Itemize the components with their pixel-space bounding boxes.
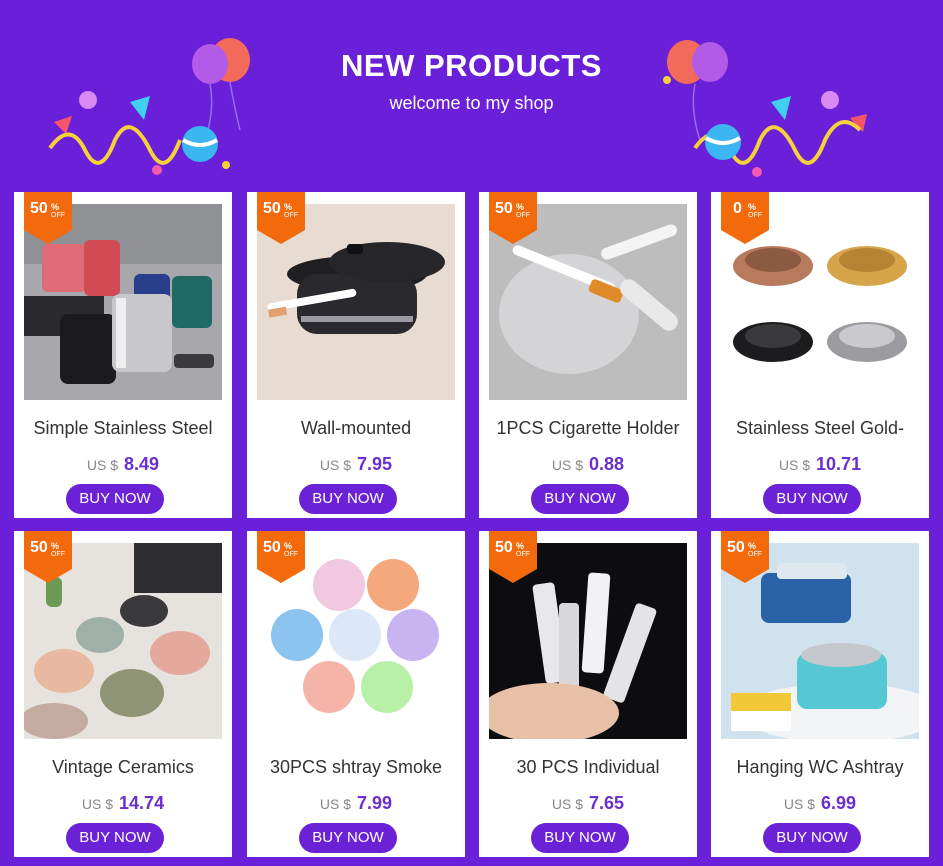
price-value: 14.74 bbox=[119, 793, 165, 813]
discount-badge: 50 % OFF bbox=[489, 531, 537, 583]
discount-value: 50 bbox=[495, 539, 513, 556]
price-value: 7.65 bbox=[589, 793, 625, 813]
discount-value: 50 bbox=[263, 539, 281, 556]
price-row: US $ 7.65 bbox=[479, 793, 697, 814]
discount-percent: % bbox=[516, 541, 525, 551]
product-card[interactable]: 50 % OFF Simple Stainless Steel US $ 8.49 bbox=[14, 192, 232, 518]
price-value: 0.88 bbox=[589, 454, 625, 474]
discount-badge: 50 % OFF bbox=[24, 192, 72, 244]
discount-off: OFF bbox=[748, 551, 762, 558]
discount-badge: 50 % OFF bbox=[489, 192, 537, 244]
price-value: 7.95 bbox=[357, 454, 393, 474]
discount-off: OFF bbox=[516, 212, 530, 219]
discount-percent: % bbox=[284, 202, 293, 212]
discount-percent: % bbox=[748, 202, 757, 212]
price-value: 8.49 bbox=[124, 454, 160, 474]
price-row: US $ 7.95 bbox=[247, 454, 465, 475]
product-grid: 50 % OFF Simple Stainless Steel US $ 8.49 bbox=[14, 190, 930, 858]
buy-now-button[interactable]: BUY NOW bbox=[763, 484, 861, 514]
currency-label: US $ bbox=[81, 796, 114, 812]
discount-badge: 50 % OFF bbox=[24, 531, 72, 583]
product-card[interactable]: 50 % OFF Vintage Ceramics US $ 14.74 BUY … bbox=[14, 531, 232, 857]
product-title[interactable]: Stainless Steel Gold- bbox=[711, 418, 929, 439]
page-subtitle: welcome to my shop bbox=[389, 93, 554, 113]
discount-percent: % bbox=[284, 541, 293, 551]
price-row: US $ 8.49 bbox=[14, 454, 232, 475]
currency-label: US $ bbox=[551, 796, 584, 812]
page-title: NEW PRODUCTS bbox=[341, 48, 602, 83]
currency-label: US $ bbox=[778, 457, 811, 473]
buy-now-button[interactable]: BUY NOW bbox=[299, 823, 397, 853]
product-card[interactable]: 50 % OFF 30PCS shtray Smoke US $ 7.99 BUY… bbox=[247, 531, 465, 857]
currency-label: US $ bbox=[551, 457, 584, 473]
discount-badge: 50 % OFF bbox=[257, 192, 305, 244]
price-row: US $ 7.99 bbox=[247, 793, 465, 814]
discount-value: 50 bbox=[263, 200, 281, 217]
discount-off: OFF bbox=[51, 212, 65, 219]
header-banner: NEW PRODUCTS welcome to my shop bbox=[0, 0, 943, 190]
product-card[interactable]: 0 % OFF Stainless Steel Gold- US $10.71 … bbox=[711, 192, 929, 518]
product-card[interactable]: 50 % OFF Wall-mounted US $ 7.95 BUY NOW bbox=[247, 192, 465, 518]
price-value: 7.99 bbox=[357, 793, 393, 813]
price-row: US $ 14.74 bbox=[14, 793, 232, 814]
product-card[interactable]: 50 % OFF 1PCS Cigarette Holder US $0.88 … bbox=[479, 192, 697, 518]
discount-percent: % bbox=[516, 202, 525, 212]
price-row: US $ 10.71 bbox=[711, 454, 929, 475]
discount-off: OFF bbox=[284, 212, 298, 219]
discount-value: 50 bbox=[727, 539, 745, 556]
product-title[interactable]: 30PCS shtray Smoke bbox=[247, 757, 465, 778]
buy-now-button[interactable]: BUY NOW bbox=[763, 823, 861, 853]
discount-value: 50 bbox=[30, 539, 48, 556]
discount-value: 0 bbox=[733, 200, 742, 217]
product-title[interactable]: Simple Stainless Steel bbox=[14, 418, 232, 439]
product-card[interactable]: 50 % OFF 30 PCS Individual US $ 7.65 BUY … bbox=[479, 531, 697, 857]
buy-now-button[interactable]: BUY NOW bbox=[531, 484, 629, 514]
price-value: 6.99 bbox=[821, 793, 857, 813]
product-title[interactable]: 30 PCS Individual bbox=[479, 757, 697, 778]
price-row: US $ 0.88 bbox=[479, 454, 697, 475]
discount-off: OFF bbox=[51, 551, 65, 558]
buy-now-button[interactable]: BUY NOW bbox=[66, 484, 164, 514]
currency-label: US $ bbox=[319, 796, 352, 812]
discount-percent: % bbox=[51, 202, 60, 212]
product-title[interactable]: Vintage Ceramics bbox=[14, 757, 232, 778]
discount-badge: 50 % OFF bbox=[721, 531, 769, 583]
buy-now-button[interactable]: BUY NOW bbox=[66, 823, 164, 853]
discount-percent: % bbox=[748, 541, 757, 551]
buy-now-button[interactable]: BUY NOW bbox=[299, 484, 397, 514]
price-row: US $ 6.99 bbox=[711, 793, 929, 814]
product-title[interactable]: Hanging WC Ashtray bbox=[711, 757, 929, 778]
discount-badge: 0 % OFF bbox=[721, 192, 769, 244]
buy-now-button[interactable]: BUY NOW bbox=[531, 823, 629, 853]
discount-off: OFF bbox=[748, 212, 762, 219]
discount-percent: % bbox=[51, 541, 60, 551]
currency-label: US $ bbox=[319, 457, 352, 473]
price-value: 10.71 bbox=[816, 454, 862, 474]
discount-value: 50 bbox=[495, 200, 513, 217]
discount-badge: 50 % OFF bbox=[257, 531, 305, 583]
product-title[interactable]: Wall-mounted bbox=[247, 418, 465, 439]
product-card[interactable]: 50 % OFF Hanging WC Ashtray US $ 6.99 BUY… bbox=[711, 531, 929, 857]
discount-off: OFF bbox=[516, 551, 530, 558]
discount-value: 50 bbox=[30, 200, 48, 217]
product-title[interactable]: 1PCS Cigarette Holder bbox=[479, 418, 697, 439]
currency-label: US $ bbox=[86, 457, 119, 473]
discount-off: OFF bbox=[284, 551, 298, 558]
currency-label: US $ bbox=[783, 796, 816, 812]
